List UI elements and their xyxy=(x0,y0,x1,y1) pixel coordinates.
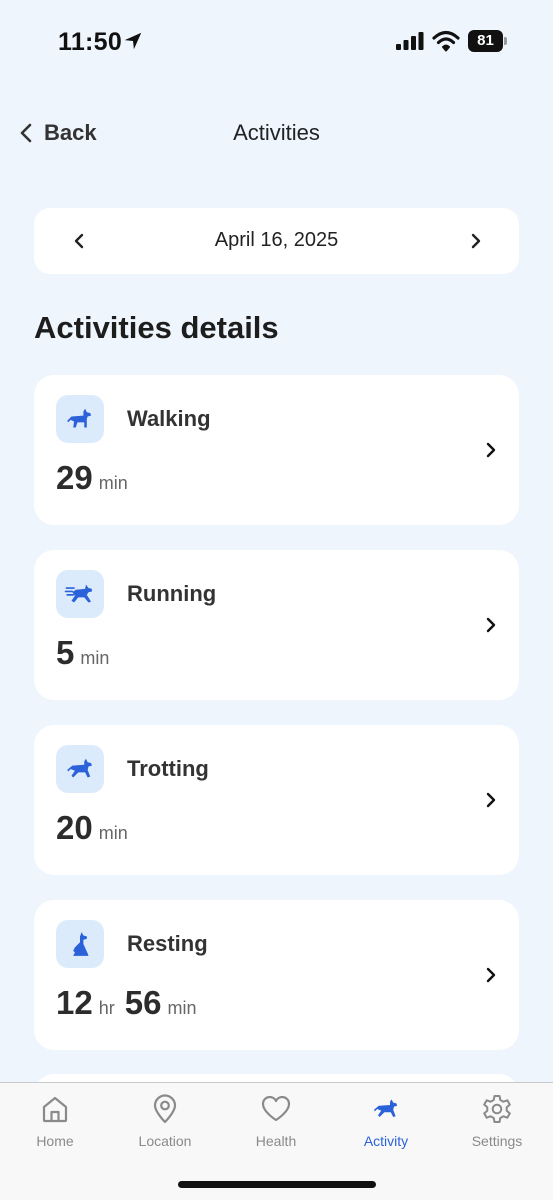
duration-minutes-value: 20 xyxy=(56,809,93,846)
running-dog-icon xyxy=(56,570,104,618)
trotting-dog-icon xyxy=(56,745,104,793)
status-bar: 11:50 81 xyxy=(0,0,553,84)
duration-unit: min xyxy=(80,648,110,668)
location-pin-icon xyxy=(153,1094,177,1124)
next-day-button[interactable] xyxy=(461,226,491,256)
duration-minutes-value: 5 xyxy=(56,634,75,671)
battery-level: 81 xyxy=(468,30,503,52)
home-icon xyxy=(42,1096,68,1123)
activity-dog-icon xyxy=(374,1099,398,1117)
tab-label: Home xyxy=(36,1133,74,1149)
wifi-icon xyxy=(432,30,460,52)
duration-hours-unit: hr xyxy=(98,998,115,1018)
activity-name: Trotting xyxy=(127,756,209,781)
tab-health[interactable]: Health xyxy=(221,1093,331,1155)
tab-label: Activity xyxy=(363,1133,409,1149)
cellular-signal-icon xyxy=(396,32,424,50)
section-title: Activities details xyxy=(34,310,279,345)
activity-card-running[interactable]: Running 5 min xyxy=(34,550,519,700)
tab-activity[interactable]: Activity xyxy=(331,1093,441,1155)
duration-minutes-value: 29 xyxy=(56,459,93,496)
chevron-right-icon xyxy=(486,617,496,633)
duration-unit: min xyxy=(98,823,128,843)
tab-location[interactable]: Location xyxy=(110,1093,220,1155)
walking-dog-icon xyxy=(56,395,104,443)
tab-bar: Home Location Health Activity Settings xyxy=(0,1082,553,1200)
activity-name: Resting xyxy=(127,931,208,956)
duration-unit: min xyxy=(98,473,128,493)
chevron-right-icon xyxy=(486,792,496,808)
duration-hours-value: 12 xyxy=(56,984,93,1021)
activity-name: Running xyxy=(127,581,217,606)
activity-duration: 5 min xyxy=(56,634,113,672)
location-arrow-icon xyxy=(124,32,142,50)
heart-icon xyxy=(261,1095,291,1122)
date-selector: April 16, 2025 xyxy=(34,208,519,274)
tab-settings[interactable]: Settings xyxy=(442,1093,552,1155)
date-label: April 16, 2025 xyxy=(214,229,339,251)
activity-duration: 20 min xyxy=(56,809,132,847)
tab-label: Location xyxy=(138,1133,192,1149)
activity-card-trotting[interactable]: Trotting 20 min xyxy=(34,725,519,875)
duration-minutes-value: 56 xyxy=(124,984,162,1021)
activity-card-walking[interactable]: Walking 29 min xyxy=(34,375,519,525)
resting-dog-icon xyxy=(56,920,104,968)
chevron-right-icon xyxy=(471,233,481,249)
activity-duration: 12 hr 56 min xyxy=(56,984,200,1022)
tab-label: Settings xyxy=(471,1133,523,1149)
page-title: Activities xyxy=(233,120,320,145)
chevron-right-icon xyxy=(486,442,496,458)
gear-icon xyxy=(483,1095,511,1123)
navigation-bar: Back Activities xyxy=(0,108,553,156)
activity-card-resting[interactable]: Resting 12 hr 56 min xyxy=(34,900,519,1050)
tab-home[interactable]: Home xyxy=(0,1093,110,1155)
duration-minutes-unit: min xyxy=(167,998,197,1018)
chevron-right-icon xyxy=(486,967,496,983)
tab-label: Health xyxy=(255,1133,297,1149)
home-indicator xyxy=(178,1181,376,1188)
activity-name: Walking xyxy=(127,406,211,431)
activity-duration: 29 min xyxy=(56,459,132,497)
status-time: 11:50 xyxy=(58,28,123,56)
battery-icon: 81 xyxy=(468,30,508,52)
